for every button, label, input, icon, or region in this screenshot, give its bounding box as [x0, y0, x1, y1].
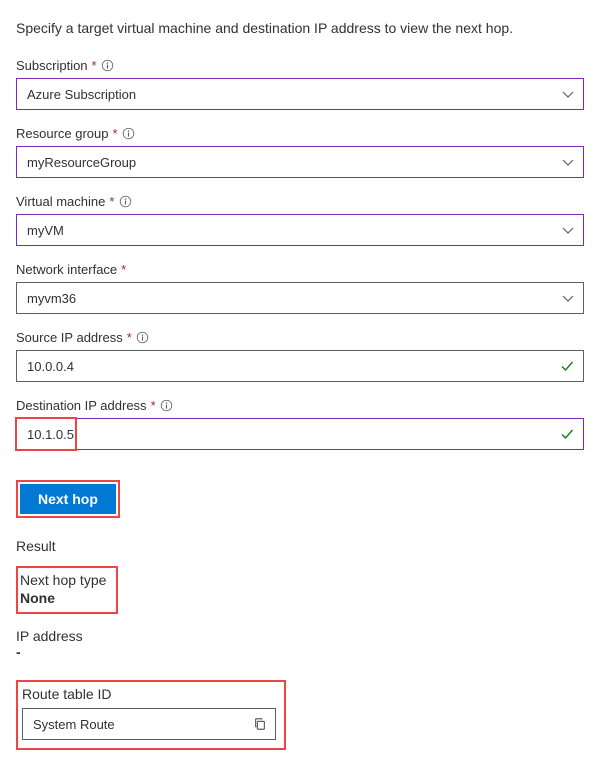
network-interface-label-text: Network interface	[16, 262, 117, 277]
resource-group-value: myResourceGroup	[27, 155, 136, 170]
next-hop-type-value: None	[20, 590, 106, 606]
required-star: *	[151, 398, 156, 413]
network-interface-value: myvm36	[27, 291, 76, 306]
result-heading: Result	[16, 538, 584, 554]
field-destination-ip: Destination IP address *	[16, 398, 584, 450]
destination-ip-label-text: Destination IP address	[16, 398, 147, 413]
chevron-down-icon	[561, 155, 575, 169]
destination-ip-input-wrap	[16, 418, 584, 450]
ip-address-value: -	[16, 644, 584, 660]
copy-icon[interactable]	[253, 717, 267, 731]
highlight-box: Next hop	[16, 480, 120, 518]
source-ip-label-text: Source IP address	[16, 330, 123, 345]
field-resource-group: Resource group * myResourceGroup	[16, 126, 584, 178]
source-ip-input-wrap	[16, 350, 584, 382]
chevron-down-icon	[561, 223, 575, 237]
chevron-down-icon	[561, 87, 575, 101]
info-icon[interactable]	[118, 195, 132, 209]
resource-group-label-text: Resource group	[16, 126, 109, 141]
virtual-machine-label-text: Virtual machine	[16, 194, 105, 209]
virtual-machine-value: myVM	[27, 223, 64, 238]
virtual-machine-dropdown[interactable]: myVM	[16, 214, 584, 246]
ip-address-label: IP address	[16, 628, 584, 644]
chevron-down-icon	[561, 291, 575, 305]
check-icon	[559, 426, 575, 442]
route-table-label: Route table ID	[22, 686, 276, 702]
subscription-value: Azure Subscription	[27, 87, 136, 102]
required-star: *	[109, 194, 114, 209]
route-table-block: Route table ID	[16, 680, 286, 750]
ip-address-block: IP address -	[16, 628, 584, 660]
info-icon[interactable]	[101, 59, 115, 73]
required-star: *	[127, 330, 132, 345]
source-ip-label: Source IP address *	[16, 330, 584, 345]
info-icon[interactable]	[122, 127, 136, 141]
destination-ip-input[interactable]	[27, 427, 559, 442]
field-virtual-machine: Virtual machine * myVM	[16, 194, 584, 246]
virtual-machine-label: Virtual machine *	[16, 194, 584, 209]
info-icon[interactable]	[160, 399, 174, 413]
network-interface-label: Network interface *	[16, 262, 584, 277]
required-star: *	[113, 126, 118, 141]
source-ip-input[interactable]	[27, 359, 559, 374]
resource-group-label: Resource group *	[16, 126, 584, 141]
subscription-label: Subscription *	[16, 58, 584, 73]
page-description: Specify a target virtual machine and des…	[16, 20, 584, 36]
next-hop-button[interactable]: Next hop	[20, 484, 116, 514]
destination-ip-label: Destination IP address *	[16, 398, 584, 413]
route-table-input-wrap	[22, 708, 276, 740]
subscription-dropdown[interactable]: Azure Subscription	[16, 78, 584, 110]
check-icon	[559, 358, 575, 374]
next-hop-type-label: Next hop type	[20, 572, 106, 588]
network-interface-dropdown[interactable]: myvm36	[16, 282, 584, 314]
required-star: *	[92, 58, 97, 73]
field-network-interface: Network interface * myvm36	[16, 262, 584, 314]
resource-group-dropdown[interactable]: myResourceGroup	[16, 146, 584, 178]
next-hop-type-block: Next hop type None	[16, 566, 118, 614]
required-star: *	[121, 262, 126, 277]
subscription-label-text: Subscription	[16, 58, 88, 73]
info-icon[interactable]	[136, 331, 150, 345]
route-table-input[interactable]	[33, 717, 253, 732]
field-source-ip: Source IP address *	[16, 330, 584, 382]
field-subscription: Subscription * Azure Subscription	[16, 58, 584, 110]
